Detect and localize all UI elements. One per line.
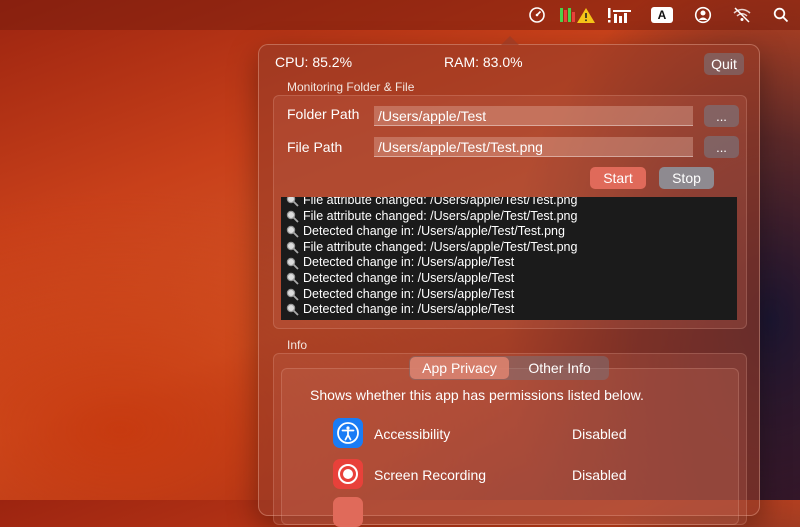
search-icon[interactable] bbox=[762, 0, 800, 30]
magnifier-icon bbox=[281, 288, 303, 301]
log-entry: File attribute changed: /Users/apple/Tes… bbox=[281, 197, 737, 209]
speedometer-icon[interactable] bbox=[520, 0, 554, 30]
log-entry: Detected change in: /Users/apple/Test bbox=[281, 255, 737, 271]
quit-button[interactable]: Quit bbox=[704, 53, 744, 75]
permission-screen-recording-status: Disabled bbox=[572, 467, 627, 483]
monitoring-section-title: Monitoring Folder & File bbox=[287, 80, 415, 94]
magnifier-icon bbox=[281, 210, 303, 223]
magnifier-icon bbox=[281, 197, 303, 207]
log-entry-text: Detected change in: /Users/apple/Test bbox=[303, 302, 515, 317]
log-entry-text: File attribute changed: /Users/apple/Tes… bbox=[303, 239, 578, 254]
privacy-description: Shows whether this app has permissions l… bbox=[310, 387, 644, 403]
file-path-field[interactable]: /Users/apple/Test/Test.png bbox=[374, 137, 693, 157]
event-log[interactable]: File attribute changed: /Users/apple/Tes… bbox=[281, 197, 737, 320]
stats-icon[interactable] bbox=[600, 0, 640, 30]
user-icon[interactable] bbox=[684, 0, 722, 30]
log-entry-text: Detected change in: /Users/apple/Test/Te… bbox=[303, 224, 565, 239]
tab-other-info[interactable]: Other Info bbox=[510, 356, 609, 380]
input-source-label: A bbox=[651, 7, 673, 23]
next-permission-icon bbox=[333, 497, 363, 527]
permission-accessibility-name: Accessibility bbox=[374, 426, 451, 442]
accessibility-icon bbox=[333, 418, 363, 448]
permission-screen-recording-name: Screen Recording bbox=[374, 467, 487, 483]
magnifier-icon bbox=[281, 225, 303, 239]
magnifier-icon bbox=[281, 303, 303, 317]
stop-button[interactable]: Stop bbox=[659, 167, 714, 189]
wifi-off-icon[interactable] bbox=[722, 0, 762, 30]
log-entry: Detected change in: /Users/apple/Test/Te… bbox=[281, 224, 737, 240]
cpu-usage: CPU: 85.2% bbox=[275, 54, 353, 70]
folder-path-field[interactable]: /Users/apple/Test bbox=[374, 106, 693, 126]
battery-bars-warning-icon[interactable] bbox=[554, 0, 600, 30]
tab-app-privacy[interactable]: App Privacy bbox=[410, 357, 509, 379]
log-entry: Detected change in: /Users/apple/Test bbox=[281, 287, 737, 303]
file-path-label: File Path bbox=[287, 139, 343, 155]
ram-usage: RAM: 83.0% bbox=[444, 54, 523, 70]
log-entry: File attribute changed: /Users/apple/Tes… bbox=[281, 209, 737, 225]
browse-folder-button[interactable]: ... bbox=[704, 105, 739, 127]
magnifier-icon bbox=[281, 241, 303, 254]
popover-arrow bbox=[501, 36, 519, 45]
permission-accessibility-status: Disabled bbox=[572, 426, 627, 442]
log-entry-text: File attribute changed: /Users/apple/Tes… bbox=[303, 208, 578, 223]
folder-path-label: Folder Path bbox=[287, 106, 360, 122]
log-entry-text: Detected change in: /Users/apple/Test bbox=[303, 286, 515, 301]
magnifier-icon bbox=[281, 257, 303, 270]
log-entry-text: File attribute changed: /Users/apple/Tes… bbox=[303, 197, 578, 207]
magnifier-icon bbox=[281, 272, 303, 285]
info-tabs: App Privacy Other Info bbox=[409, 356, 609, 380]
input-source-icon[interactable]: A bbox=[640, 0, 684, 30]
log-entry: Detected change in: /Users/apple/Test bbox=[281, 271, 737, 287]
monitor-popover: CPU: 85.2% RAM: 83.0% Quit Monitoring Fo… bbox=[258, 36, 760, 527]
log-entry-text: Detected change in: /Users/apple/Test bbox=[303, 255, 515, 270]
info-section-title: Info bbox=[287, 338, 308, 352]
menu-bar: A bbox=[0, 0, 800, 30]
start-button[interactable]: Start bbox=[590, 167, 646, 189]
browse-file-button[interactable]: ... bbox=[704, 136, 739, 158]
log-entry: Detected change in: /Users/apple/Test bbox=[281, 302, 737, 318]
log-entry: File attribute changed: /Users/apple/Tes… bbox=[281, 240, 737, 256]
screen-recording-icon bbox=[333, 459, 363, 489]
log-entry-text: Detected change in: /Users/apple/Test bbox=[303, 270, 515, 285]
